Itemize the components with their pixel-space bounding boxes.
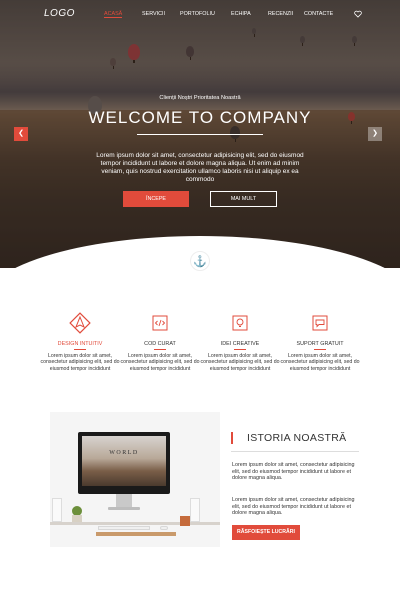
nav-item-servicii[interactable]: SERVICII [142, 11, 165, 17]
feature-title: SUPORT GRATUIT [296, 341, 344, 347]
feature-text: Lorem ipsum dolor sit amet, consectetur … [40, 353, 120, 372]
hero-title-underline [137, 134, 263, 135]
desk-shelf [96, 532, 176, 536]
monitor-stand [116, 494, 132, 508]
desk-surface [50, 522, 220, 525]
hero-title: WELCOME TO COMPANY [88, 108, 312, 127]
hero-subtitle: Clienții Noștri Prioritatea Noastră [159, 95, 241, 101]
story-title: ISTORIA NOASTRĂ [247, 432, 347, 444]
story-paragraph-1: Lorem ipsum dolor sit amet, consectetur … [232, 462, 355, 482]
nav-item-recenzii[interactable]: RECENZII [268, 11, 293, 17]
monitor-screen: WORLD [82, 436, 166, 486]
story-paragraph-2: Lorem ipsum dolor sit amet, consectetur … [232, 497, 355, 517]
anchor-badge: ⚓ [190, 251, 210, 271]
monitor-base [108, 507, 140, 510]
speaker-left [52, 498, 62, 522]
logo[interactable]: LOGO [44, 8, 75, 19]
hero-description: Lorem ipsum dolor sit amet, consectetur … [96, 152, 304, 183]
story-divider [231, 451, 359, 452]
keyboard-image [98, 526, 150, 530]
start-button[interactable]: ÎNCEPE [123, 191, 189, 207]
anchor-icon: ⚓ [193, 256, 207, 268]
lightbulb-icon [231, 314, 249, 332]
feature-text: Lorem ipsum dolor sit amet, consectetur … [120, 353, 200, 372]
monitor-image: WORLD [78, 432, 170, 494]
slider-next-arrow[interactable]: ❯ [368, 127, 382, 141]
workspace-photo: WORLD [50, 412, 220, 547]
speaker-right [190, 498, 200, 522]
feature-underline [314, 349, 326, 350]
code-icon [151, 314, 169, 332]
slider-prev-arrow[interactable]: ❮ [14, 127, 28, 141]
feature-title: IDEI CREATIVE [220, 341, 260, 347]
more-button[interactable]: MAI MULT [210, 191, 277, 207]
nav-item-portofoliu[interactable]: PORTOFOLIU [180, 11, 215, 17]
feature-idei-creative: IDEI CREATIVE Lorem ipsum dolor sit amet… [200, 314, 280, 372]
feature-underline [234, 349, 246, 350]
feature-cod-curat: COD CURAT Lorem ipsum dolor sit amet, co… [120, 314, 200, 372]
nav-active-underline [104, 17, 122, 18]
feature-text: Lorem ipsum dolor sit amet, consectetur … [280, 353, 360, 372]
feature-title: COD CURAT [144, 341, 176, 347]
heart-icon[interactable] [354, 10, 362, 18]
mouse-image [160, 526, 168, 530]
feature-suport-gratuit: SUPORT GRATUIT Lorem ipsum dolor sit ame… [280, 314, 360, 372]
chevron-left-icon: ❮ [18, 130, 24, 137]
chat-icon [311, 314, 329, 332]
diamond-icon [69, 312, 91, 334]
feature-underline [154, 349, 166, 350]
nav-item-contacte[interactable]: CONTACTE [304, 11, 333, 17]
browse-works-button[interactable]: RĂSFOIEȘTE LUCRĂRI [232, 525, 300, 540]
notebook-image [180, 516, 190, 526]
feature-title: DESIGN INTUITIV [57, 341, 103, 347]
screen-text: WORLD [109, 450, 139, 456]
chevron-right-icon: ❯ [372, 130, 378, 137]
nav-item-echipa[interactable]: ECHIPA [231, 11, 251, 17]
feature-underline [74, 349, 86, 350]
feature-design-intuitiv: DESIGN INTUITIV Lorem ipsum dolor sit am… [40, 312, 120, 372]
story-accent-bar [231, 432, 233, 444]
feature-text: Lorem ipsum dolor sit amet, consectetur … [200, 353, 280, 372]
